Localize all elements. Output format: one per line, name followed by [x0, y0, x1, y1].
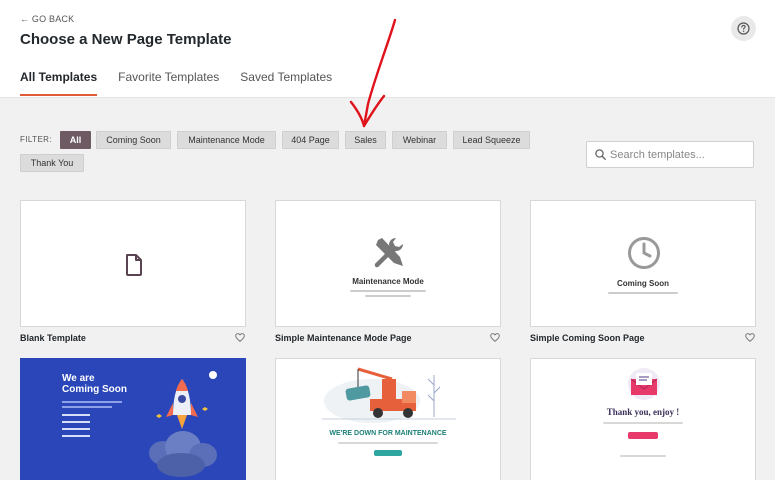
- template-label-simple-maintenance: Simple Maintenance Mode Page: [275, 333, 412, 343]
- preview-title-coming-soon: Coming Soon: [617, 279, 669, 288]
- search-input[interactable]: [610, 148, 740, 161]
- preview-text-line: [603, 422, 683, 424]
- help-button[interactable]: [731, 16, 756, 41]
- tab-all-templates[interactable]: All Templates: [20, 70, 98, 96]
- preview-text-line: [338, 442, 438, 444]
- filter-label: FILTER:: [20, 135, 52, 144]
- tab-saved-templates[interactable]: Saved Templates: [240, 70, 332, 96]
- preview-cta-button: [628, 432, 658, 439]
- preview-text-line: [608, 292, 678, 294]
- tow-truck-icon: [322, 367, 456, 423]
- template-card-simple-coming-soon[interactable]: Coming Soon: [530, 200, 756, 327]
- preview-text-line: [350, 290, 426, 292]
- preview-title-thank-you: Thank you, enjoy !: [606, 407, 680, 417]
- search-box: [586, 141, 754, 168]
- search-icon: [595, 149, 606, 160]
- clock-icon: [628, 237, 660, 269]
- preview-title-rocket: We are Coming Soon: [62, 373, 127, 395]
- preview-title-text: We are Coming Soon: [62, 373, 127, 395]
- template-label-blank: Blank Template: [20, 333, 86, 343]
- template-card-thank-you[interactable]: Thank you, enjoy !: [530, 358, 756, 480]
- template-card-down-for-maintenance[interactable]: WE'RE DOWN FOR MAINTENANCE: [275, 358, 501, 480]
- favorite-heart-icon[interactable]: [490, 333, 500, 342]
- envelope-icon: [628, 368, 660, 400]
- filter-chip-coming-soon[interactable]: Coming Soon: [96, 131, 171, 149]
- filter-chip-maintenance-mode[interactable]: Maintenance Mode: [177, 131, 276, 149]
- template-tabs: All Templates Favorite Templates Saved T…: [20, 70, 353, 96]
- tab-favorite-templates[interactable]: Favorite Templates: [118, 70, 219, 96]
- filter-chip-thank-you[interactable]: Thank You: [20, 154, 84, 172]
- preview-text-line: [62, 435, 90, 437]
- filter-chip-lead-squeeze[interactable]: Lead Squeeze: [453, 131, 530, 149]
- preview-title-down-maintenance: WE'RE DOWN FOR MAINTENANCE: [329, 430, 447, 437]
- tools-icon: [374, 238, 403, 268]
- template-card-simple-maintenance[interactable]: Maintenance Mode: [275, 200, 501, 327]
- preview-text-line: [62, 401, 122, 403]
- favorite-heart-icon[interactable]: [235, 333, 245, 342]
- annotation-arrow: [349, 18, 397, 128]
- preview-text-line: [62, 406, 112, 408]
- preview-text-line: [62, 428, 90, 430]
- preview-contact-button: [374, 450, 402, 456]
- preview-text-line: [62, 421, 90, 423]
- favorite-heart-icon[interactable]: [745, 333, 755, 342]
- preview-text-line: [365, 295, 411, 297]
- go-back-link[interactable]: ← GO BACK: [20, 14, 74, 24]
- question-circle-icon: [737, 22, 750, 35]
- document-icon: [126, 254, 142, 276]
- preview-text-line: [620, 455, 666, 457]
- template-card-blank[interactable]: [20, 200, 246, 327]
- filter-chip-all[interactable]: All: [60, 131, 91, 149]
- template-label-simple-coming-soon: Simple Coming Soon Page: [530, 333, 645, 343]
- page-title: Choose a New Page Template: [20, 31, 232, 48]
- preview-text-line: [62, 414, 90, 416]
- rocket-icon: [149, 371, 217, 477]
- preview-title-maintenance: Maintenance Mode: [352, 277, 424, 286]
- filter-chip-404-page[interactable]: 404 Page: [282, 131, 339, 149]
- template-card-rocket-coming-soon[interactable]: We are Coming Soon: [20, 358, 246, 480]
